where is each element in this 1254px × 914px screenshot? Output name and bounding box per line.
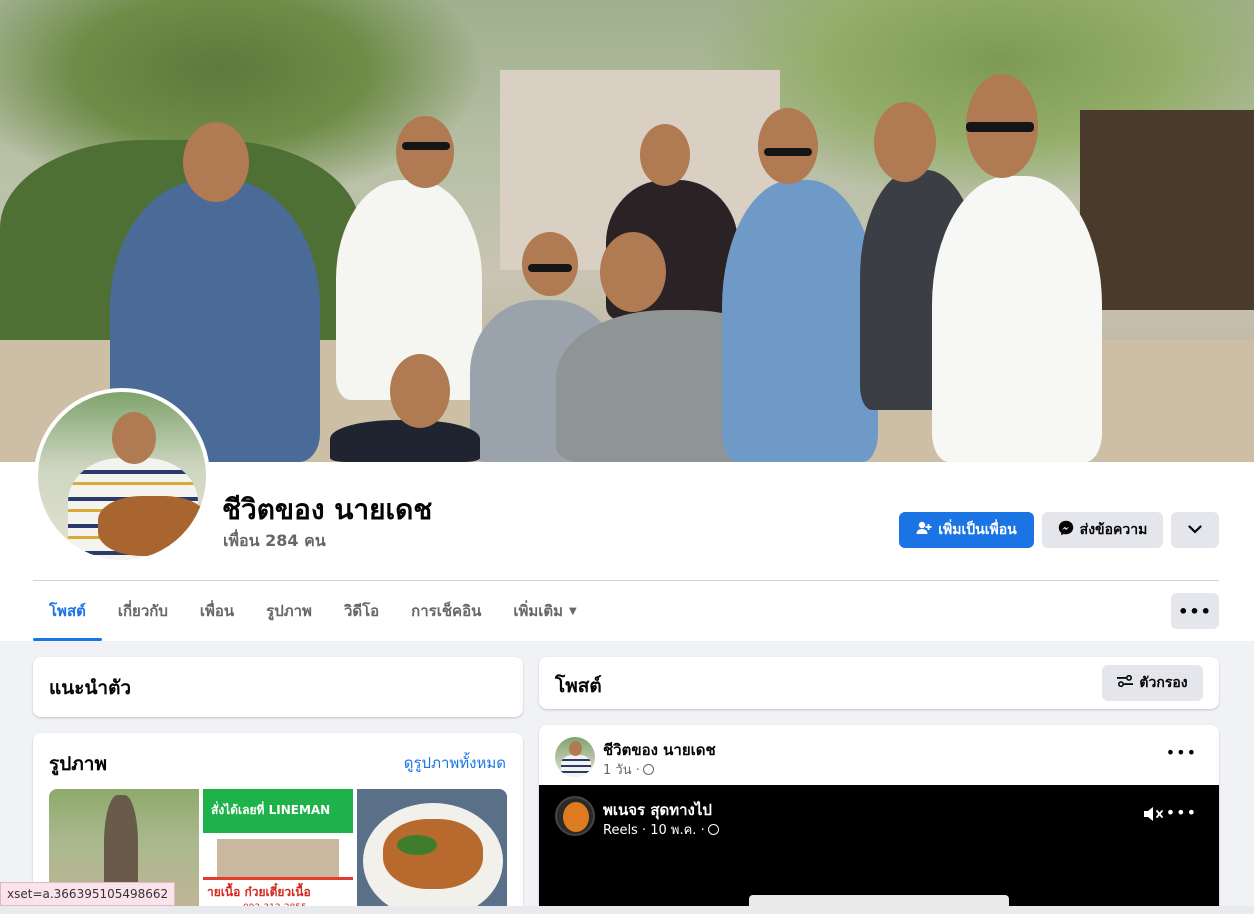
reel-author-avatar[interactable] (555, 796, 595, 836)
reel-video[interactable]: พเนจร สุดทางไป Reels · 10 พ.ค. · ••• (539, 785, 1219, 914)
tab-videos[interactable]: วิดีโอ (328, 581, 395, 641)
tab-label: โพสต์ (49, 602, 86, 620)
cover-person-head (396, 116, 454, 188)
cover-sunglasses (966, 122, 1034, 132)
profile-name: ชีวิตของ นายเดช (222, 493, 433, 526)
cover-person-head (390, 354, 450, 428)
filter-icon (1117, 674, 1134, 692)
message-button[interactable]: ส่งข้อความ (1042, 512, 1163, 548)
avatar-head (569, 741, 582, 756)
tab-label: การเช็คอิน (411, 602, 482, 620)
cover-sunglasses (764, 148, 812, 156)
cover-person (932, 176, 1102, 462)
posts-title: โพสต์ (555, 675, 602, 697)
add-friend-label: เพิ่มเป็นเพื่อน (938, 522, 1017, 538)
bottom-strip (0, 906, 1254, 914)
intro-title: แนะนำตัว (49, 677, 132, 699)
shop-photo (217, 839, 339, 879)
caret-down-icon: ▼ (569, 605, 577, 617)
add-friend-button[interactable]: เพิ่มเป็นเพื่อน (899, 512, 1034, 548)
photos-title: รูปภาพ (49, 753, 107, 775)
status-bar-url: xset=a.366395105498662 (0, 882, 176, 906)
lineman-banner-text: สั่งได้เลยที่ LINEMAN (211, 803, 331, 817)
cover-person-head (640, 124, 690, 186)
filter-label: ตัวกรอง (1139, 675, 1188, 691)
photo-thumbnail[interactable] (357, 789, 507, 914)
shop-sign-text: ายเนื้อ ก๋วยเตี๋ยวเนื้อ (207, 885, 311, 899)
tab-photos[interactable]: รูปภาพ (250, 581, 328, 641)
mute-icon[interactable] (1143, 804, 1165, 824)
cover-photo[interactable] (0, 0, 1254, 462)
tab-label: วิดีโอ (343, 602, 380, 620)
tab-about[interactable]: เกี่ยวกับ (102, 581, 184, 641)
filter-button[interactable]: ตัวกรอง (1102, 665, 1203, 701)
cover-person (330, 420, 480, 462)
reel-avatar-figure (563, 802, 589, 832)
tab-friends[interactable]: เพื่อน (184, 581, 250, 641)
profile-options-dropdown[interactable] (1171, 512, 1219, 548)
tab-label: รูปภาพ (266, 602, 312, 620)
post-author-avatar[interactable] (555, 737, 595, 777)
post-timestamp[interactable]: 1 วัน · (603, 763, 640, 778)
post-options-button[interactable]: ••• (1166, 743, 1197, 762)
cover-person-head (600, 232, 666, 312)
chevron-down-icon (1188, 522, 1202, 538)
more-dots-icon: ••• (1178, 601, 1212, 621)
globe-icon (642, 764, 654, 775)
avatar-guitar (98, 496, 206, 556)
more-options-button[interactable]: ••• (1171, 593, 1219, 629)
reel-options-button[interactable]: ••• (1166, 803, 1197, 822)
profile-header: ชีวิตของ นายเดช เพื่อน 284 คน เพิ่มเป็นเ… (0, 0, 1254, 641)
profile-avatar[interactable] (34, 388, 210, 564)
see-all-photos-link[interactable]: ดูรูปภาพทั้งหมด (404, 751, 506, 775)
messenger-icon (1058, 520, 1074, 540)
cover-person-head (183, 122, 249, 202)
posts-header-card: โพสต์ ตัวกรอง (539, 657, 1219, 709)
food-herb (397, 835, 437, 855)
tab-more[interactable]: เพิ่มเติม ▼ (497, 581, 592, 641)
profile-tabs: โพสต์ เกี่ยวกับ เพื่อน รูปภาพ วิดีโอ การ… (33, 581, 593, 641)
add-friend-icon (916, 521, 932, 539)
intro-card: แนะนำตัว (33, 657, 523, 717)
cover-person-head (758, 108, 818, 184)
tab-checkins[interactable]: การเช็คอิน (395, 581, 497, 641)
reel-date[interactable]: Reels · 10 พ.ค. · (603, 823, 705, 838)
photo-thumbnail[interactable]: สั่งได้เลยที่ LINEMAN ายเนื้อ ก๋วยเตี๋ยว… (203, 789, 353, 914)
more-dots-icon: ••• (1165, 743, 1197, 762)
avatar-head (112, 412, 156, 464)
cover-person (722, 180, 878, 462)
reel-meta: Reels · 10 พ.ค. · (603, 819, 719, 840)
cover-sunglasses (528, 264, 572, 272)
post-meta: 1 วัน · (603, 759, 654, 780)
tab-label: เกี่ยวกับ (117, 602, 168, 620)
more-dots-icon: ••• (1165, 803, 1197, 822)
food-dish (383, 819, 483, 889)
post-card: ชีวิตของ นายเดช 1 วัน · ••• พเนจร สุดทาง… (539, 725, 1219, 914)
avatar-shirt (561, 755, 591, 777)
tab-label: เพิ่มเติม (513, 602, 564, 620)
cover-person-head (874, 102, 936, 182)
cover-sunglasses (402, 142, 450, 150)
globe-icon (707, 824, 719, 835)
tab-label: เพื่อน (199, 602, 235, 620)
friends-count[interactable]: เพื่อน 284 คน (223, 529, 326, 554)
message-label: ส่งข้อความ (1079, 522, 1148, 538)
tab-posts[interactable]: โพสต์ (33, 581, 102, 641)
cover-building-dark (1080, 110, 1254, 310)
